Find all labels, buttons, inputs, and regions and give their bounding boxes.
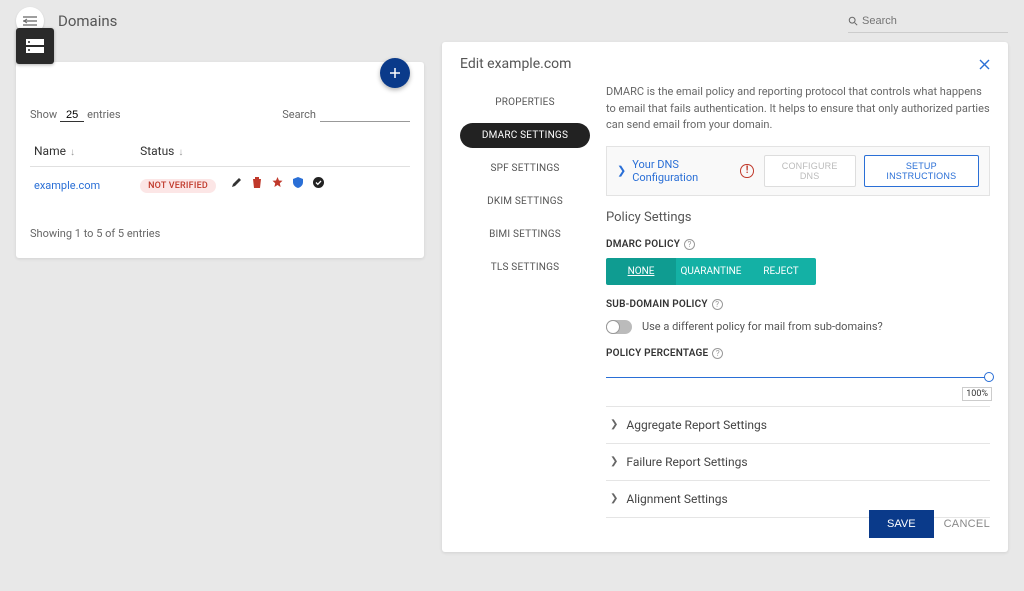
favorite-action[interactable] [272,177,283,188]
shield-icon [293,177,303,188]
dmarc-policy-label: DMARC POLICY ? [606,239,990,250]
verify-action[interactable] [313,177,324,188]
delete-action[interactable] [252,177,262,188]
policy-quarantine[interactable]: QUARANTINE [676,258,746,285]
table-info: Showing 1 to 5 of 5 entries [30,227,410,240]
global-search[interactable] [848,9,1008,33]
table-search-label: Search [282,108,316,121]
server-icon [26,39,44,53]
shield-action[interactable] [293,177,303,188]
setup-instructions-button[interactable]: SETUP INSTRUCTIONS [864,155,979,187]
col-name-header[interactable]: Name↓ [30,136,136,167]
show-entries-suffix: entries [87,108,120,121]
slider-thumb[interactable] [984,372,994,382]
dns-config-label: Your DNS Configuration [632,158,740,184]
dmarc-description: DMARC is the email policy and reporting … [606,84,990,134]
status-badge: NOT VERIFIED [140,179,216,193]
policy-reject[interactable]: REJECT [746,258,816,285]
edit-panel-title: Edit example.com [460,56,571,72]
configure-dns-button: CONFIGURE DNS [764,155,856,187]
search-icon [848,15,858,27]
col-status-header[interactable]: Status↓ [136,136,410,167]
cancel-button[interactable]: CANCEL [944,510,990,538]
save-button[interactable]: SAVE [869,510,934,538]
policy-percentage-slider[interactable]: 100% [606,377,990,378]
help-icon[interactable]: ? [712,299,723,310]
tab-spf[interactable]: SPF SETTINGS [460,156,590,181]
close-panel-button[interactable] [979,59,990,70]
tab-dmarc[interactable]: DMARC SETTINGS [460,123,590,148]
dmarc-policy-segmented: NONE QUARANTINE REJECT [606,258,816,285]
edit-action[interactable] [231,177,242,188]
table-search-input[interactable] [320,109,410,122]
subdomain-policy-toggle[interactable] [606,320,632,334]
domains-table-card: Show entries Search Name↓ Status↓ [16,62,424,258]
chevron-right-icon: ❯ [610,419,618,430]
sort-icon: ↓ [70,147,75,158]
policy-percentage-label: POLICY PERCENTAGE ? [606,348,990,359]
trash-icon [252,177,262,188]
accordion-aggregate[interactable]: ❯Aggregate Report Settings [606,406,990,444]
help-icon[interactable]: ? [712,348,723,359]
sort-icon: ↓ [178,147,183,158]
entries-count-input[interactable] [60,109,84,122]
page-title: Domains [58,12,117,30]
show-entries-prefix: Show [30,108,57,121]
chevron-right-icon: ❯ [610,493,618,504]
chevron-right-icon: ❯ [617,164,626,177]
close-icon [979,59,990,70]
edit-domain-panel: Edit example.com PROPERTIES DMARC SETTIN… [442,42,1008,552]
settings-tabs: PROPERTIES DMARC SETTINGS SPF SETTINGS D… [460,84,590,518]
plus-icon [389,67,401,79]
tab-bimi[interactable]: BIMI SETTINGS [460,222,590,247]
tab-properties[interactable]: PROPERTIES [460,90,590,115]
star-icon [272,177,283,188]
check-circle-icon [313,177,324,188]
policy-none[interactable]: NONE [606,258,676,285]
tab-tls[interactable]: TLS SETTINGS [460,255,590,280]
alert-icon: ! [740,164,753,178]
policy-settings-heading: Policy Settings [606,210,990,225]
table-row: example.com NOT VERIFIED [30,167,410,204]
domains-table: Name↓ Status↓ example.com NOT VERIFIED [30,136,410,203]
slider-value: 100% [962,387,992,401]
subdomain-policy-label: SUB-DOMAIN POLICY ? [606,299,990,310]
menu-icon [23,16,37,26]
global-search-input[interactable] [858,13,1008,29]
add-domain-button[interactable] [380,58,410,88]
accordion-failure[interactable]: ❯Failure Report Settings [606,444,990,481]
domain-name-link[interactable]: example.com [34,179,100,192]
dns-config-row[interactable]: ❯ Your DNS Configuration ! CONFIGURE DNS… [606,146,990,196]
pencil-icon [231,177,242,188]
domains-list-tab[interactable] [16,28,54,64]
chevron-right-icon: ❯ [610,456,618,467]
help-icon[interactable]: ? [684,239,695,250]
subdomain-toggle-label: Use a different policy for mail from sub… [642,320,883,333]
tab-dkim[interactable]: DKIM SETTINGS [460,189,590,214]
